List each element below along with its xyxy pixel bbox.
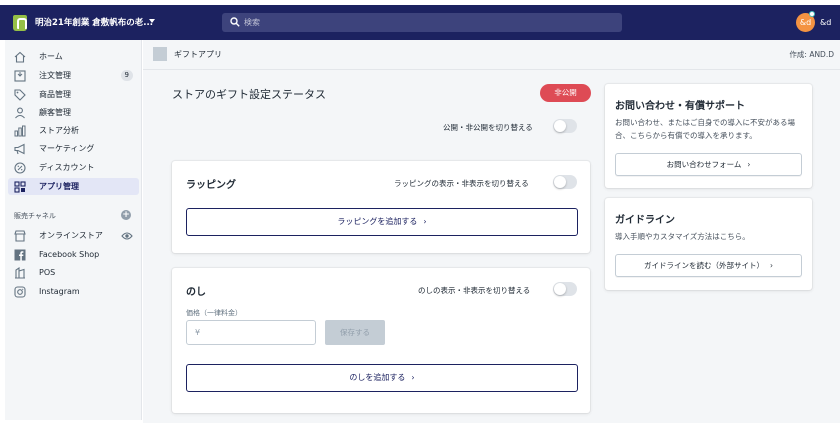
instagram-icon — [13, 285, 27, 299]
chevron-right-icon: › — [423, 217, 427, 226]
publish-toggle-label: 公開・非公開を切り替える — [443, 123, 533, 132]
add-noshi-label: のしを追加する — [349, 373, 406, 382]
store-name[interactable]: 明治21年創業 倉敷帆布の老... — [35, 16, 153, 28]
megaphone-icon — [13, 142, 27, 156]
wrapping-card: ラッピング ラッピングの表示・非表示を切り替える ラッピングを追加する › — [172, 161, 590, 253]
chevron-right-icon: › — [747, 160, 751, 169]
sidebar-item-label: ホーム — [39, 52, 63, 61]
save-button[interactable]: 保存する — [325, 320, 385, 345]
price-input[interactable]: ¥ — [186, 320, 316, 345]
sidebar-item-label: 商品管理 — [39, 90, 71, 99]
facebook-icon — [13, 248, 27, 262]
sidebar-item-label: POS — [39, 268, 56, 277]
noshi-title: のし — [186, 287, 206, 298]
discount-icon — [13, 161, 27, 175]
wrapping-toggle[interactable] — [553, 175, 577, 189]
sidebar-item-label: 顧客管理 — [39, 108, 71, 117]
guidelines-title: ガイドライン — [615, 215, 675, 226]
sidebar-item-facebook-shop[interactable]: Facebook Shop — [8, 246, 139, 263]
sidebar-item-online-store[interactable]: オンラインストア — [8, 227, 139, 244]
customer-icon — [13, 106, 27, 120]
price-label: 価格（一律料金） — [186, 309, 242, 317]
sidebar-item-products[interactable]: 商品管理 — [8, 86, 139, 103]
guidelines-description: 導入手順やカスタマイズ方法はこちら。 — [615, 232, 750, 241]
author-credit: 作成: AND.D — [789, 50, 834, 59]
shopify-logo-icon — [13, 15, 27, 31]
sidebar-item-label: ストア分析 — [39, 126, 79, 135]
home-icon — [13, 50, 27, 64]
search-icon — [230, 17, 240, 27]
sales-channels-heading: 販売チャネル — [14, 212, 56, 220]
support-description: お問い合わせ、またはご自身での導入に不安がある場合、こちらから有償での導入を承り… — [615, 118, 795, 140]
read-guidelines-button[interactable]: ガイドラインを読む（外部サイト） › — [615, 254, 802, 277]
add-channel-plus-icon[interactable]: + — [121, 210, 131, 220]
contact-form-label: お問い合わせフォーム — [666, 160, 742, 169]
sidebar-item-customers[interactable]: 顧客管理 — [8, 104, 139, 121]
add-noshi-button[interactable]: のしを追加する › — [186, 364, 578, 392]
apps-icon — [13, 180, 27, 194]
noshi-toggle-label: のしの表示・非表示を切り替える — [418, 286, 531, 295]
add-wrapping-button[interactable]: ラッピングを追加する › — [186, 208, 578, 236]
sidebar-item-label: Instagram — [39, 287, 80, 296]
chevron-right-icon: › — [770, 261, 773, 270]
wrapping-toggle-label: ラッピングの表示・非表示を切り替える — [394, 179, 529, 188]
publish-toggle[interactable] — [553, 119, 577, 133]
store-icon — [13, 229, 27, 243]
sidebar: ホーム 注文管理 9 商品管理 顧客管理 ストア分析 マーケティング ディスカウ… — [5, 40, 142, 420]
sidebar-item-home[interactable]: ホーム — [8, 48, 139, 65]
user-name[interactable]: &d — [820, 18, 831, 27]
store-menu-caret-icon[interactable] — [149, 19, 155, 23]
pos-icon — [13, 266, 27, 280]
contact-form-button[interactable]: お問い合わせフォーム › — [615, 153, 802, 176]
search-bar[interactable] — [222, 13, 622, 32]
sidebar-item-apps[interactable]: アプリ管理 — [8, 178, 139, 195]
orders-count-badge: 9 — [120, 70, 133, 81]
sidebar-item-pos[interactable]: POS — [8, 264, 139, 281]
analytics-icon — [13, 124, 27, 138]
sidebar-item-label: オンラインストア — [39, 231, 103, 240]
gift-status-title: ストアのギフト設定ステータス — [172, 88, 326, 101]
sidebar-item-discounts[interactable]: ディスカウント — [8, 159, 139, 176]
chevron-right-icon: › — [411, 373, 415, 382]
guidelines-card: ガイドライン 導入手順やカスタマイズ方法はこちら。 ガイドラインを読む（外部サイ… — [605, 198, 812, 290]
sidebar-item-label: 注文管理 — [39, 71, 71, 80]
sidebar-item-orders[interactable]: 注文管理 9 — [8, 67, 139, 84]
sidebar-item-instagram[interactable]: Instagram — [8, 283, 139, 300]
tag-icon — [13, 88, 27, 102]
support-card: お問い合わせ・有償サポート お問い合わせ、またはご自身での導入に不安がある場合、… — [605, 84, 812, 188]
sidebar-item-analytics[interactable]: ストア分析 — [8, 122, 139, 139]
wrapping-title: ラッピング — [186, 180, 236, 191]
yen-prefix: ¥ — [195, 328, 201, 337]
search-input[interactable] — [244, 13, 614, 32]
app-icon — [153, 47, 167, 61]
sidebar-item-marketing[interactable]: マーケティング — [8, 140, 139, 157]
orders-icon — [13, 69, 27, 83]
top-bar: 明治21年創業 倉敷帆布の老... &d &d — [0, 0, 840, 40]
support-title: お問い合わせ・有償サポート — [615, 101, 745, 112]
noshi-card: のし のしの表示・非表示を切り替える 価格（一律料金） ¥ 保存する のしを追加… — [172, 268, 590, 413]
sidebar-item-label: ディスカウント — [39, 163, 95, 172]
read-guidelines-label: ガイドラインを読む（外部サイト） — [644, 261, 764, 270]
page-header: ギフトアプリ 作成: AND.D — [143, 40, 840, 70]
sidebar-item-label: アプリ管理 — [39, 182, 79, 191]
notification-dot-icon — [809, 11, 815, 17]
page-title: ギフトアプリ — [174, 50, 222, 59]
eye-icon[interactable] — [121, 231, 133, 241]
main-content: ギフトアプリ 作成: AND.D ストアのギフト設定ステータス 非公開 公開・非… — [143, 40, 840, 423]
noshi-toggle[interactable] — [553, 282, 577, 296]
add-wrapping-label: ラッピングを追加する — [337, 217, 418, 226]
status-badge: 非公開 — [540, 84, 591, 102]
sidebar-item-label: Facebook Shop — [39, 250, 100, 259]
sidebar-item-label: マーケティング — [39, 144, 95, 153]
